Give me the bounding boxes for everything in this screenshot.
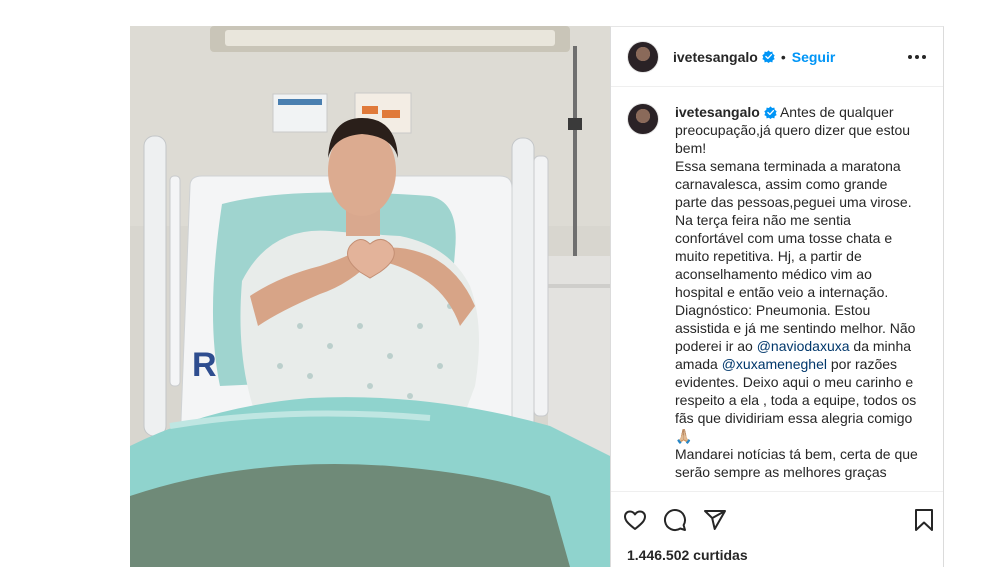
caption-intro: Antes de qualquer preocupação,já quero d… xyxy=(675,104,916,354)
caption-outro: por razões evidentes. Deixo aqui o meu c… xyxy=(675,356,918,480)
action-bar xyxy=(611,491,943,547)
share-icon[interactable] xyxy=(703,500,743,540)
likes-count[interactable]: 1.446.502 curtidas xyxy=(627,547,748,563)
avatar[interactable] xyxy=(627,40,659,73)
post-caption: ivetesangalo Antes de qualquer preocupaç… xyxy=(611,87,943,491)
username-link[interactable]: ivetesangalo xyxy=(673,49,758,65)
instagram-post: R.LD ive xyxy=(130,26,944,567)
post-header: ivetesangalo • Seguir xyxy=(611,27,943,87)
caption-avatar[interactable] xyxy=(627,103,659,135)
separator-dot: • xyxy=(780,48,786,65)
mention-link-xuxameneghel[interactable]: @xuxameneghel xyxy=(722,356,827,372)
heart-icon[interactable] xyxy=(623,500,663,540)
post-photo[interactable]: R.LD xyxy=(130,26,610,567)
post-sidebar: ivetesangalo • Seguir ivetesangalo Antes… xyxy=(610,26,944,567)
caption-username-link[interactable]: ivetesangalo xyxy=(675,104,760,120)
bookmark-icon[interactable] xyxy=(895,500,935,540)
mention-link-naviodaxuxa[interactable]: @naviodaxuxa xyxy=(757,338,850,354)
verified-badge-icon xyxy=(762,50,775,63)
caption-text: ivetesangalo Antes de qualquer preocupaç… xyxy=(675,103,923,491)
comment-icon[interactable] xyxy=(663,500,703,540)
more-options-icon[interactable] xyxy=(905,45,929,69)
follow-button[interactable]: Seguir xyxy=(792,49,836,65)
hospital-bed-photo: R.LD xyxy=(130,26,610,567)
verified-badge-icon xyxy=(764,106,777,119)
